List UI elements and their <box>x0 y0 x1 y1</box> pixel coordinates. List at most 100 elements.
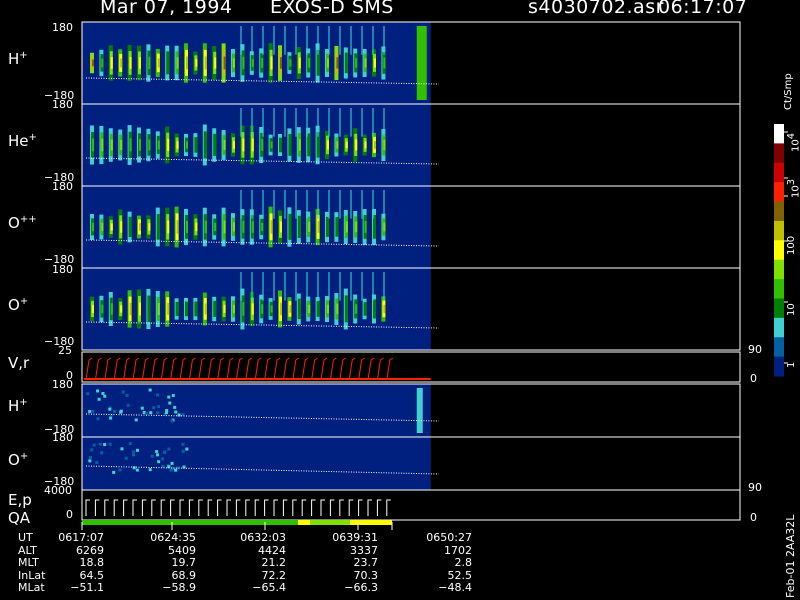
ep-trace <box>245 499 250 516</box>
vr-trace <box>94 357 102 381</box>
heat-streak <box>262 272 264 301</box>
heat-peak <box>355 304 358 314</box>
cell: −51.1 <box>70 581 104 594</box>
heat-peak <box>129 302 132 316</box>
heat-peak <box>345 141 348 149</box>
heat-cell <box>131 453 135 457</box>
heat-peak <box>148 139 151 151</box>
colorbar-segment <box>774 337 784 358</box>
heat-streak <box>262 108 264 137</box>
ep-trace <box>160 499 166 516</box>
heat-streak <box>240 26 242 55</box>
heat-cell <box>171 394 175 398</box>
ep-trace <box>311 499 316 516</box>
heat-peak <box>176 220 179 234</box>
ep-trace <box>292 499 297 516</box>
heat-peak <box>242 138 245 152</box>
heat-peak <box>214 139 217 151</box>
heat-peak <box>101 58 104 68</box>
heat-peak <box>242 302 245 316</box>
heat-peak <box>186 305 188 313</box>
ep-trace <box>386 499 391 516</box>
ep-trace <box>188 499 194 516</box>
heat-streak <box>350 108 352 137</box>
heat-peak <box>364 141 367 149</box>
heat-streak <box>284 272 286 301</box>
heat-peak <box>120 139 123 151</box>
heat-cell <box>91 409 95 413</box>
tick-op-top: 180 <box>52 263 73 276</box>
heat-peak <box>383 139 386 151</box>
vr-trace <box>367 357 375 381</box>
heat-streak <box>339 272 341 301</box>
heat-peak <box>251 221 254 233</box>
panel-bg-he-plus <box>82 104 431 186</box>
heat-cell <box>88 459 92 463</box>
heat-peak <box>336 141 339 149</box>
heat-peak <box>195 141 198 149</box>
vr-trace <box>160 357 168 381</box>
heat-peak <box>176 57 179 69</box>
heat-peak <box>261 58 264 68</box>
heat-peak <box>336 57 339 69</box>
vr-trace <box>320 357 328 381</box>
vr-trace <box>132 357 140 381</box>
heat-peak <box>308 58 311 68</box>
heat-peak <box>157 220 160 234</box>
heat-streak <box>295 108 297 137</box>
heat-peak <box>308 139 311 151</box>
heat-peak <box>270 141 273 149</box>
heat-streak <box>284 190 286 219</box>
heat-cell <box>149 411 153 415</box>
heat-peak <box>364 58 367 68</box>
heat-cell <box>135 468 139 472</box>
vr-trace <box>217 357 224 381</box>
heat-peak <box>195 59 198 67</box>
tick-vr-top: 25 <box>58 344 72 357</box>
heat-peak <box>110 223 113 231</box>
heat-peak <box>336 303 339 315</box>
heat-streak <box>251 26 253 55</box>
tick-ep-top: 4000 <box>44 484 72 497</box>
heat-cell <box>113 409 117 413</box>
heat-cell <box>95 461 99 465</box>
heat-streak <box>339 26 341 55</box>
heat-peak <box>167 57 170 69</box>
heat-streak <box>240 108 242 137</box>
colorbar-segment <box>774 124 784 144</box>
heat-streak <box>372 26 374 55</box>
heat-cell <box>167 395 171 399</box>
vr-trace <box>141 357 149 381</box>
heat-peak <box>139 57 141 69</box>
heat-peak <box>298 221 301 233</box>
ep-trace <box>301 499 307 516</box>
heat-peak <box>308 304 311 314</box>
cell: 0632:03 <box>240 531 286 544</box>
cell: 0650:27 <box>426 531 472 544</box>
heat-streak <box>339 190 341 219</box>
heat-peak <box>327 221 329 232</box>
heat-peak <box>157 140 160 150</box>
vr-trace <box>301 357 309 381</box>
panel-bg-h-plus <box>82 22 431 104</box>
heat-cell <box>174 468 178 472</box>
heat-cell <box>92 443 96 447</box>
heat-peak <box>345 221 348 233</box>
heat-streak <box>328 272 330 301</box>
tick-he-top: 180 <box>52 98 73 111</box>
vr-trace <box>104 357 112 381</box>
heat-cell <box>174 410 178 414</box>
heat-peak <box>298 57 301 69</box>
heat-peak <box>374 221 376 233</box>
panel-bg-h-plus-2 <box>82 384 431 437</box>
ep-trace <box>273 499 278 516</box>
tick-ep-bottom: 0 <box>66 508 73 521</box>
heat-peak <box>110 303 113 315</box>
heat-peak <box>101 222 104 232</box>
heat-cell <box>109 416 113 420</box>
heat-streak <box>262 26 264 55</box>
heat-streak <box>295 190 297 219</box>
heat-edge <box>416 26 427 100</box>
heat-streak <box>350 272 352 301</box>
cell: 19.7 <box>171 556 197 569</box>
